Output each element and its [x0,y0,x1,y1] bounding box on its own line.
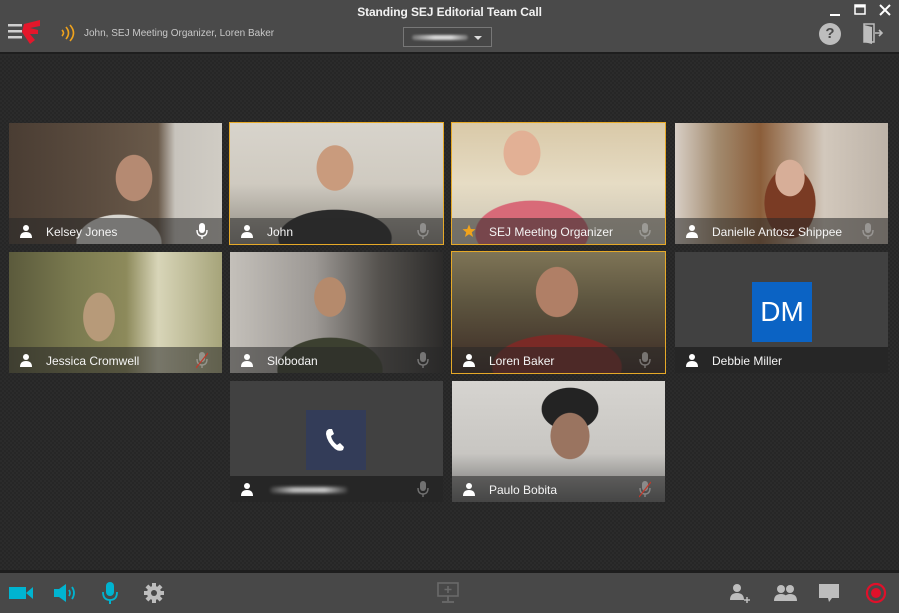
name-bar: Jessica Cromwell [9,347,222,373]
participant-name: Kelsey Jones [46,225,118,239]
active-speakers-text: John, SEJ Meeting Organizer, Loren Baker [84,28,275,39]
participant-tile[interactable]: John [229,122,444,245]
participant-name: Loren Baker [489,354,555,368]
participant-tile[interactable]: Danielle Antosz Shippee [675,123,888,244]
name-bar: John [230,218,443,244]
hamburger-logo-icon[interactable] [8,20,44,46]
microphone-icon [102,582,118,604]
microphone-icon[interactable] [862,222,874,240]
help-button[interactable]: ? [819,23,841,45]
redacted-participant-name [270,487,348,493]
microphone-icon[interactable] [417,351,429,369]
avatar-initials: DM [752,282,812,342]
name-bar: Kelsey Jones [9,218,222,244]
exit-meeting-button[interactable] [862,23,886,45]
name-bar: SEJ Meeting Organizer [452,218,665,244]
participant-tile[interactable]: SEJ Meeting Organizer [451,122,666,245]
record-icon [865,582,887,604]
gear-icon [144,583,164,603]
participant-name: Debbie Miller [712,354,783,368]
person-icon [463,483,475,496]
participant-tile[interactable]: Slobodan [230,252,443,373]
microphone-icon[interactable] [639,351,651,369]
minimize-button[interactable] [828,3,842,17]
microphone-muted-icon[interactable] [639,480,651,498]
person-icon [686,225,698,238]
chat-bubble-icon [819,584,839,602]
redacted-room-name [412,35,468,40]
microphone-icon[interactable] [417,222,429,240]
video-grid: Kelsey Jones John SEJ Meeting Organizer [0,56,899,570]
meeting-window: John, SEJ Meeting Organizer, Loren Baker… [0,0,899,613]
invite-participant-button[interactable] [729,581,751,605]
microphone-toggle-button[interactable] [102,581,118,605]
person-icon [241,483,253,496]
settings-button[interactable] [143,581,165,605]
meeting-title: Standing SEJ Editorial Team Call [357,5,542,19]
participants-icon [774,585,797,601]
title-bar: John, SEJ Meeting Organizer, Loren Baker… [0,0,899,54]
speaker-icon [54,584,75,602]
chevron-down-icon [474,36,482,40]
chat-button[interactable] [818,581,840,605]
phone-avatar [306,410,366,470]
share-screen-icon [437,582,459,603]
person-icon [20,354,32,367]
participant-name: Slobodan [267,354,318,368]
microphone-icon[interactable] [417,480,429,498]
close-button[interactable] [878,3,892,17]
participant-name: Paulo Bobita [489,483,558,497]
name-bar: Danielle Antosz Shippee [675,218,888,244]
room-selector-dropdown[interactable] [403,27,492,47]
name-bar: Paulo Bobita [452,476,665,502]
name-bar: Debbie Miller [675,347,888,373]
sound-waves-icon [60,24,76,42]
video-toggle-button[interactable] [8,581,34,605]
exit-door-icon [863,23,884,44]
star-icon [462,224,476,237]
person-icon [241,354,253,367]
share-screen-button[interactable] [436,581,460,605]
participant-tile[interactable]: Paulo Bobita [452,381,665,502]
microphone-muted-icon[interactable] [196,351,208,369]
person-icon [20,225,32,238]
name-bar: Slobodan [230,347,443,373]
participant-tile[interactable]: Jessica Cromwell [9,252,222,373]
participant-tile[interactable]: Loren Baker [451,251,666,374]
microphone-icon[interactable] [639,222,651,240]
microphone-icon[interactable] [196,222,208,240]
video-camera-icon [9,587,33,599]
name-bar: Loren Baker [452,347,665,373]
bottom-toolbar [0,570,899,613]
maximize-button[interactable] [853,3,867,17]
participant-name: John [267,225,294,239]
participant-name: Jessica Cromwell [46,354,140,368]
speaker-toggle-button[interactable] [53,581,79,605]
name-bar [230,476,443,502]
participant-tile[interactable]: DM Debbie Miller [675,252,888,373]
participants-button[interactable] [773,581,799,605]
person-icon [686,354,698,367]
phone-icon [326,429,344,451]
participant-tile[interactable]: Kelsey Jones [9,123,222,244]
participant-tile[interactable] [230,381,443,502]
participant-name: SEJ Meeting Organizer [489,225,614,239]
participant-name: Danielle Antosz Shippee [712,225,843,239]
person-icon [241,225,253,238]
person-icon [463,354,475,367]
help-icon: ? [825,25,835,42]
record-button[interactable] [865,581,887,605]
add-person-icon [730,584,750,603]
